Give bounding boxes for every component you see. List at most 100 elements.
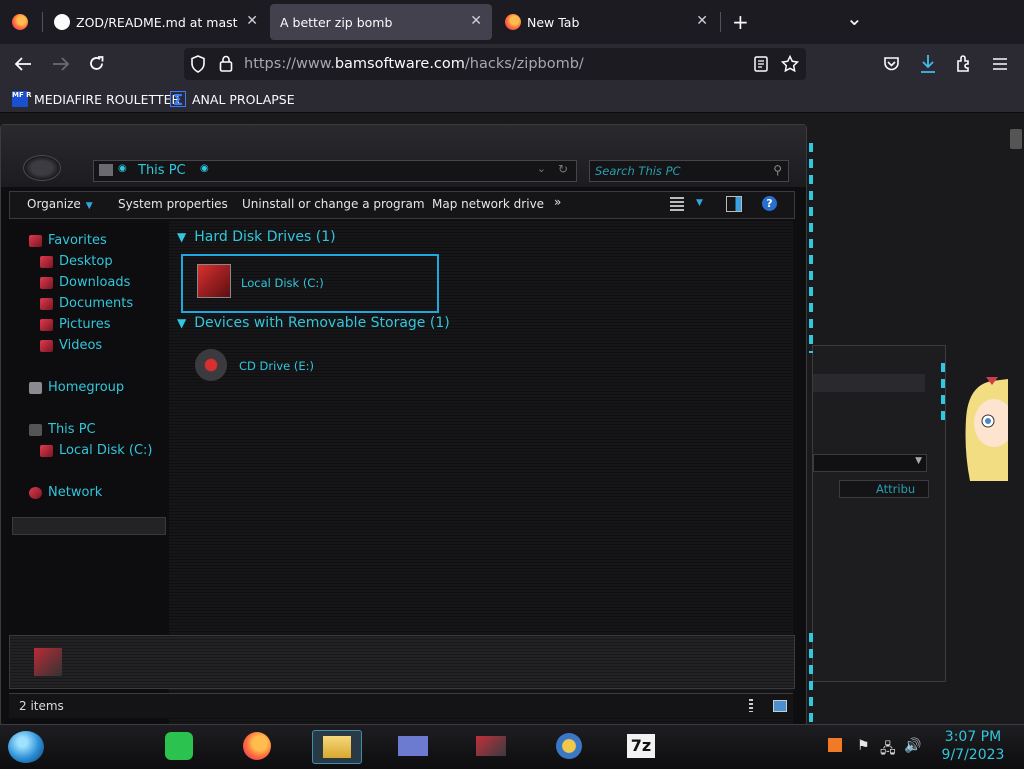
- frame-accent: [809, 633, 813, 733]
- url-host: bamsoftware.com: [334, 56, 465, 72]
- taskbar-computer[interactable]: [474, 730, 508, 762]
- forward-arrow-icon[interactable]: [52, 56, 70, 72]
- taskbar-7zip[interactable]: 7z: [624, 730, 658, 762]
- back-arrow-icon[interactable]: [14, 56, 32, 72]
- tray-app-icon[interactable]: [828, 738, 842, 752]
- map-network-drive-button[interactable]: Map network drive: [432, 197, 544, 211]
- more-commands-button[interactable]: »: [554, 195, 561, 209]
- menu-icon[interactable]: [992, 57, 1008, 71]
- bookmark-star-icon[interactable]: [781, 55, 799, 73]
- nav-item-desktop[interactable]: Desktop: [40, 254, 113, 269]
- network-tray-icon[interactable]: 🖧: [880, 738, 896, 762]
- nav-label: Favorites: [48, 233, 107, 248]
- nav-item-downloads[interactable]: Downloads: [40, 275, 130, 290]
- search-placeholder: Search This PC: [595, 164, 681, 178]
- nav-label: Videos: [59, 338, 103, 353]
- scroll-thumb[interactable]: [1010, 129, 1022, 149]
- address-bar[interactable]: ◉ This PC ◉ ⌄ ↻: [93, 160, 577, 182]
- uninstall-program-button[interactable]: Uninstall or change a program: [242, 197, 425, 211]
- close-icon[interactable]: ✕: [246, 13, 258, 29]
- taskbar-network-app[interactable]: [552, 730, 586, 762]
- nav-item-videos[interactable]: Videos: [40, 338, 102, 353]
- downloads-folder-icon: [40, 276, 53, 289]
- dropdown-arrow-icon: ▼: [85, 201, 93, 211]
- start-button[interactable]: [8, 731, 44, 763]
- url-bar[interactable]: https://www.bamsoftware.com/hacks/zipbom…: [184, 48, 806, 80]
- help-icon[interactable]: ?: [762, 196, 777, 211]
- address-text[interactable]: This PC: [138, 163, 186, 178]
- bookmark-label: ANAL PROLAPSE: [192, 91, 295, 107]
- chevron-down-icon[interactable]: ▼: [177, 230, 186, 244]
- nav-item-this-pc[interactable]: This PC: [29, 422, 96, 437]
- star-icon: [29, 234, 42, 247]
- dropdown-arrow-icon[interactable]: ▼: [696, 198, 703, 208]
- refresh-icon[interactable]: ↻: [558, 162, 568, 176]
- tab-github-readme[interactable]: ZOD/README.md at master · io ✕: [46, 4, 268, 40]
- nav-item-favorites[interactable]: Favorites: [29, 233, 107, 248]
- shield-icon[interactable]: [190, 55, 206, 73]
- disk-icon: [40, 444, 53, 457]
- sigma-icon: Σ: [170, 91, 186, 108]
- new-tab-button[interactable]: +: [732, 10, 749, 34]
- tab-new-tab[interactable]: New Tab ✕: [496, 4, 718, 40]
- documents-icon: [40, 297, 53, 310]
- flag-icon[interactable]: ⚑: [857, 738, 870, 754]
- system-properties-button[interactable]: System properties: [118, 197, 228, 211]
- nav-item-pictures[interactable]: Pictures: [40, 317, 110, 332]
- computer-thumbnail-icon: [34, 648, 62, 676]
- close-icon[interactable]: ✕: [696, 13, 708, 29]
- nav-label: Pictures: [59, 317, 111, 332]
- control-panel-icon: [398, 736, 428, 756]
- lock-icon[interactable]: [219, 55, 233, 72]
- column-header-attributes[interactable]: Attribu: [839, 480, 929, 498]
- group-header-hard-disk-drives[interactable]: ▼ Hard Disk Drives (1): [177, 229, 336, 245]
- network-icon: [29, 486, 42, 499]
- local-disk-item[interactable]: Local Disk (C:): [181, 254, 439, 313]
- pictures-icon: [40, 318, 53, 331]
- address-dropdown-icon[interactable]: ⌄: [537, 162, 546, 175]
- downloads-icon[interactable]: [919, 54, 937, 74]
- search-icon[interactable]: ⚲: [773, 163, 782, 177]
- nav-item-documents[interactable]: Documents: [40, 296, 133, 311]
- dropdown-bar[interactable]: ▼: [813, 454, 927, 472]
- character-sticker: [965, 377, 1008, 481]
- list-all-tabs-button[interactable]: ⌄: [846, 6, 863, 30]
- reader-view-icon[interactable]: [754, 56, 768, 72]
- cd-drive-item[interactable]: CD Drive (E:): [193, 343, 433, 387]
- bookmark-mediafire-rouletter[interactable]: MF R MEDIAFIRE ROULETTER: [12, 91, 180, 107]
- nav-item-local-disk[interactable]: Local Disk (C:): [40, 443, 152, 458]
- preview-pane-icon[interactable]: [726, 196, 742, 212]
- explorer-orb-icon[interactable]: [23, 155, 61, 181]
- breadcrumb-arrow-icon[interactable]: ◉: [200, 163, 209, 174]
- extensions-icon[interactable]: [955, 55, 973, 73]
- view-options-icon[interactable]: [670, 197, 684, 211]
- search-input[interactable]: Search This PC ⚲: [589, 160, 789, 182]
- close-icon[interactable]: ✕: [470, 13, 482, 29]
- url-text[interactable]: https://www.bamsoftware.com/hacks/zipbom…: [244, 56, 584, 72]
- chevron-down-icon[interactable]: ▼: [177, 316, 186, 330]
- window-strip: [813, 374, 925, 392]
- taskbar-control-panel[interactable]: [396, 730, 430, 762]
- details-view-icon[interactable]: [749, 699, 753, 712]
- nav-item-network[interactable]: Network: [29, 485, 102, 500]
- videos-icon: [40, 339, 53, 352]
- tab-zip-bomb[interactable]: A better zip bomb ✕: [270, 4, 492, 40]
- nav-label: This PC: [48, 422, 96, 437]
- organize-button[interactable]: Organize ▼: [27, 197, 93, 211]
- bookmark-label: MEDIAFIRE ROULETTER: [34, 91, 181, 107]
- taskbar-notes-app[interactable]: [162, 730, 196, 762]
- group-header-removable-storage[interactable]: ▼ Devices with Removable Storage (1): [177, 315, 450, 331]
- pocket-icon[interactable]: [883, 56, 900, 72]
- page-scrollbar[interactable]: [1008, 113, 1024, 730]
- taskbar-firefox[interactable]: [240, 730, 274, 762]
- group-label: Hard Disk Drives (1): [194, 229, 336, 245]
- bookmark-anal-prolapse[interactable]: Σ ANAL PROLAPSE: [170, 91, 295, 108]
- taskbar-clock[interactable]: 3:07 PM 9/7/2023: [938, 728, 1008, 764]
- frame-accent: [941, 363, 945, 423]
- reload-icon[interactable]: [88, 55, 105, 72]
- nav-label: Local Disk (C:): [59, 443, 153, 458]
- nav-item-homegroup[interactable]: Homegroup: [29, 380, 124, 395]
- taskbar-file-explorer[interactable]: [312, 730, 362, 764]
- large-icons-view-icon[interactable]: [773, 700, 787, 712]
- volume-icon[interactable]: 🔊: [904, 738, 921, 754]
